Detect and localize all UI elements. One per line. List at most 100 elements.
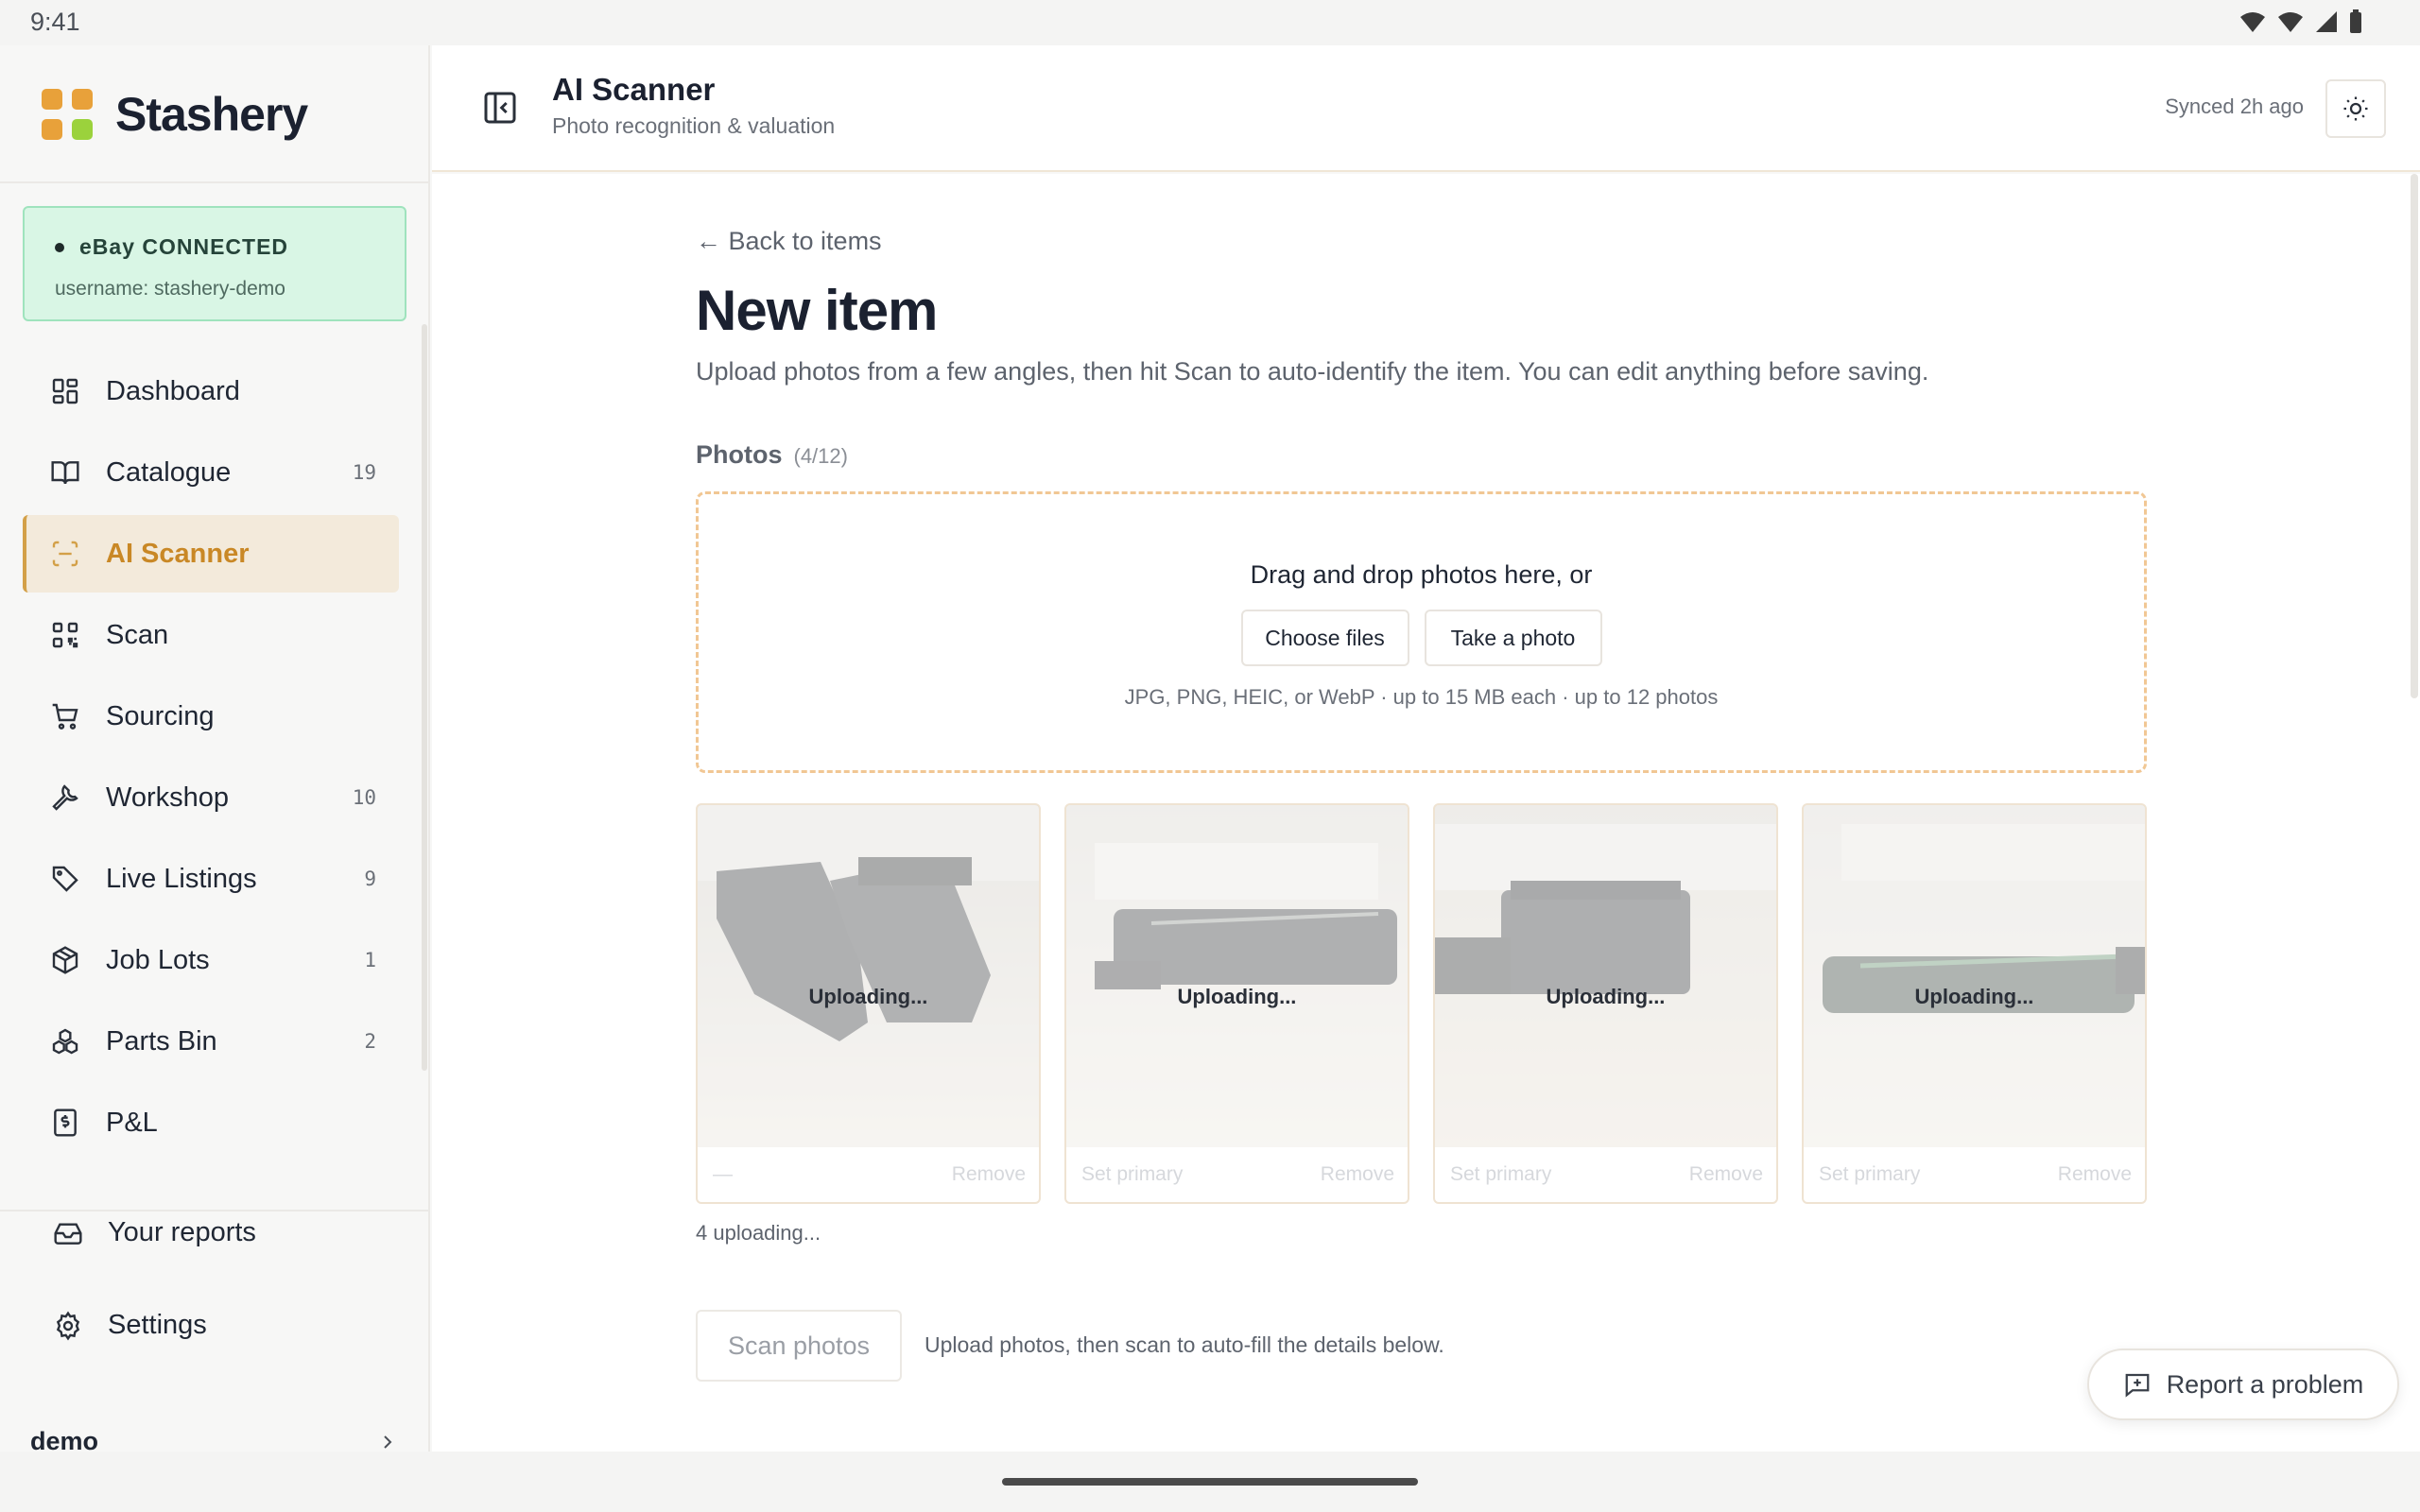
photo-thumbnail[interactable]: Uploading... Set primary Remove (1433, 803, 1778, 1204)
signal-icon (2316, 11, 2337, 32)
sidebar: Stashery eBay CONNECTED username: stashe… (0, 45, 430, 1455)
logo-square-2 (72, 89, 93, 110)
photos-count: (4/12) (793, 444, 848, 468)
photo-actions: Set primary Remove (1804, 1147, 2145, 1202)
sidebar-item-label: Workshop (106, 782, 230, 813)
ebay-status: eBay CONNECTED (55, 234, 288, 260)
sidebar-item-label: Catalogue (106, 456, 232, 488)
photo-actions: Set primary Remove (1435, 1147, 1776, 1202)
logo-square-4 (72, 119, 93, 140)
status-bar: 9:41 (0, 0, 2420, 45)
sidebar-item-label: Job Lots (106, 944, 210, 975)
receipt-icon (49, 1107, 81, 1139)
sun-icon (2343, 96, 2368, 121)
set-primary-button[interactable]: — (713, 1163, 733, 1186)
sidebar-item-label: P&L (106, 1107, 158, 1138)
remove-photo-button[interactable]: Remove (952, 1163, 1026, 1186)
status-icons (2238, 9, 2363, 34)
sidebar-item-label: Live Listings (106, 863, 257, 894)
sidebar-scrollbar[interactable] (422, 324, 427, 1071)
sidebar-item-parts-bin[interactable]: Parts Bin 2 (23, 1003, 399, 1080)
battery-icon (2350, 9, 2361, 33)
upload-status: Uploading... (1177, 985, 1297, 1008)
photo-actions: — Remove (698, 1147, 1039, 1202)
photo-thumbnails: Uploading... — Remove Uploading... Set p… (696, 803, 2147, 1204)
wifi-secondary-icon (2278, 12, 2303, 32)
sidebar-item-count: 10 (352, 786, 376, 809)
photo-thumbnail[interactable]: Uploading... Set primary Remove (1802, 803, 2147, 1204)
home-gesture-handle[interactable] (1002, 1478, 1418, 1486)
sidebar-item-scan[interactable]: Scan (23, 596, 399, 674)
divider (0, 1210, 430, 1211)
ebay-status-card[interactable]: eBay CONNECTED username: stashery-demo (23, 206, 406, 321)
settings-link[interactable]: Settings (53, 1310, 207, 1341)
photo-thumbnail[interactable]: Uploading... Set primary Remove (1064, 803, 1409, 1204)
report-problem-button[interactable]: Report a problem (2087, 1349, 2399, 1420)
sidebar-item-ai-scanner[interactable]: AI Scanner (23, 515, 399, 593)
sidebar-item-count: 2 (364, 1030, 376, 1053)
remove-photo-button[interactable]: Remove (2058, 1163, 2132, 1186)
ebay-status-label: eBay CONNECTED (79, 234, 289, 259)
scan-frame-icon (49, 538, 81, 570)
dashboard-icon (49, 375, 81, 407)
remove-photo-button[interactable]: Remove (1321, 1163, 1394, 1186)
set-primary-button[interactable]: Set primary (1819, 1163, 1920, 1186)
take-photo-button[interactable]: Take a photo (1424, 610, 1602, 666)
sidebar-item-job-lots[interactable]: Job Lots 1 (23, 921, 399, 999)
remove-photo-button[interactable]: Remove (1689, 1163, 1763, 1186)
dropzone-buttons: Choose files Take a photo (699, 610, 2144, 666)
dropzone-text: Drag and drop photos here, or (1250, 560, 1593, 589)
photos-label: Photos (696, 440, 783, 469)
sync-status: Synced 2h ago (2165, 94, 2304, 118)
inbox-icon (54, 1222, 82, 1245)
your-reports-label: Your reports (108, 1217, 256, 1247)
main-scrollbar[interactable] (2411, 174, 2418, 698)
sidebar-item-catalogue[interactable]: Catalogue 19 (23, 434, 399, 511)
logo-square-3 (42, 119, 62, 140)
sidebar-item-workshop[interactable]: Workshop 10 (23, 759, 399, 836)
brand-name: Stashery (115, 88, 308, 141)
back-to-items-link[interactable]: ← Back to items (696, 227, 882, 256)
header: AI Scanner Photo recognition & valuation… (432, 45, 2420, 172)
set-primary-button[interactable]: Set primary (1450, 1163, 1551, 1186)
sidebar-item-count: 1 (364, 949, 376, 971)
collapse-sidebar-button[interactable] (481, 89, 519, 127)
photo-dropzone[interactable]: Drag and drop photos here, or Choose fil… (696, 491, 2147, 773)
qr-code-icon (49, 619, 81, 651)
sidebar-item-label: Dashboard (106, 375, 240, 406)
photos-section-label: Photos (4/12) (696, 440, 848, 470)
scan-hint: Upload photos, then scan to auto-fill th… (925, 1332, 1444, 1357)
photo-actions: Set primary Remove (1066, 1147, 1408, 1202)
choose-files-button[interactable]: Choose files (1240, 610, 1409, 666)
upload-status: Uploading... (808, 985, 928, 1008)
sidebar-item-count: 9 (364, 868, 376, 890)
wifi-icon (2240, 12, 2265, 32)
scan-photos-button[interactable]: Scan photos (696, 1310, 902, 1382)
brand[interactable]: Stashery (42, 87, 308, 142)
sidebar-item-live-listings[interactable]: Live Listings 9 (23, 840, 399, 918)
upload-status: Uploading... (1914, 985, 2034, 1008)
book-icon (49, 456, 81, 489)
item-description: Upload photos from a few angles, then hi… (696, 357, 1929, 386)
status-dot-icon (55, 242, 64, 252)
settings-label: Settings (108, 1310, 207, 1340)
page-title: AI Scanner (552, 72, 716, 107)
photo-thumbnail[interactable]: Uploading... — Remove (696, 803, 1041, 1204)
chevron-right-icon (384, 1435, 392, 1449)
sidebar-item-label: Parts Bin (106, 1025, 217, 1057)
brand-logo-icon (42, 89, 93, 140)
package-icon (49, 944, 81, 976)
sidebar-item-dashboard[interactable]: Dashboard (23, 352, 399, 430)
main-content: ← Back to items New item Upload photos f… (432, 174, 2420, 1452)
report-problem-label: Report a problem (2166, 1369, 2364, 1399)
sidebar-item-pl[interactable]: P&L (23, 1084, 399, 1161)
sidebar-item-sourcing[interactable]: Sourcing (23, 678, 399, 755)
item-title: New item (696, 279, 938, 342)
logo-square-1 (42, 89, 62, 110)
your-reports-link[interactable]: Your reports (53, 1217, 256, 1248)
cart-icon (49, 700, 81, 732)
boxes-icon (49, 1025, 81, 1057)
theme-toggle-button[interactable] (2325, 79, 2386, 138)
sidebar-item-label: AI Scanner (106, 538, 250, 569)
set-primary-button[interactable]: Set primary (1081, 1163, 1183, 1186)
